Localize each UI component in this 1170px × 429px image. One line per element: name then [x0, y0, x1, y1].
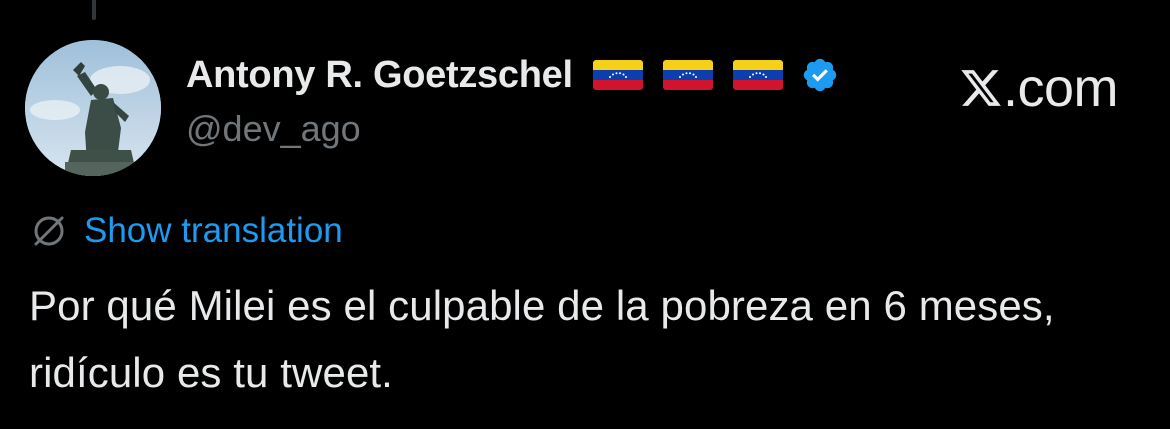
avatar[interactable]: [25, 40, 161, 176]
thread-connector-line: [92, 0, 96, 20]
venezuela-flag-icon: [662, 60, 713, 90]
x-logo-icon: [959, 66, 1003, 110]
tweet-text: Por qué Milei es el culpable de la pobre…: [29, 282, 1055, 396]
author-handle[interactable]: @dev_ago: [186, 108, 361, 150]
avatar-statue-image: [25, 40, 161, 176]
source-badge: .com: [959, 58, 1119, 118]
venezuela-flag-icon: [732, 60, 783, 90]
source-domain: .com: [1002, 58, 1119, 118]
verified-badge-icon[interactable]: [801, 56, 839, 94]
show-translation-link[interactable]: Show translation: [84, 211, 343, 251]
author-display-name[interactable]: Antony R. Goetzschel: [186, 54, 573, 97]
no-translate-globe-icon: [31, 213, 67, 249]
author-name-row: Antony R. Goetzschel: [186, 52, 839, 98]
translation-row[interactable]: Show translation: [31, 208, 343, 254]
tweet-header: Antony R. Goetzschel @dev_ago .com: [186, 52, 1130, 162]
venezuela-flag-icon: [592, 60, 643, 90]
